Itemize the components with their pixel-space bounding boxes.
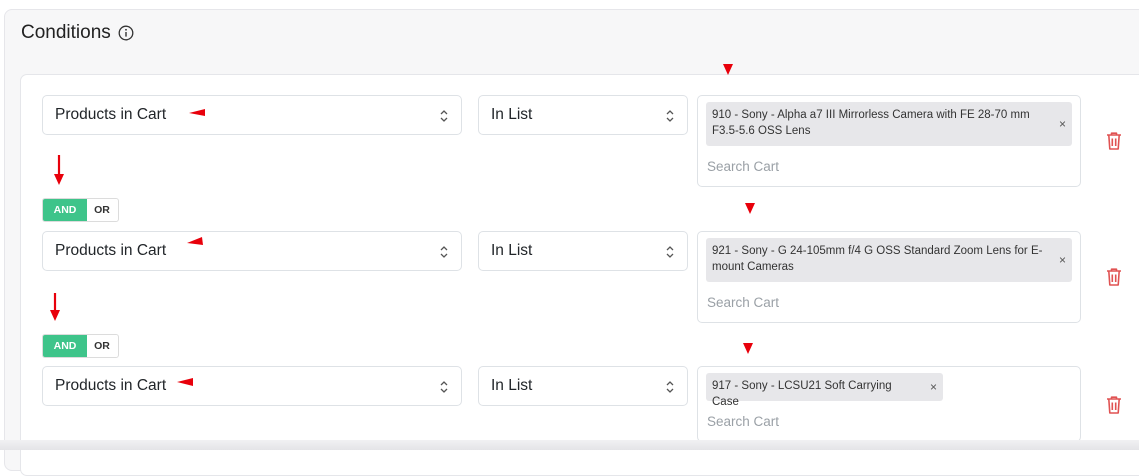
field-select-3[interactable]: Products in Cart: [42, 366, 462, 406]
annotation-arrow-left: [187, 237, 203, 245]
search-cart-input[interactable]: Search Cart: [707, 414, 779, 429]
field-select-value: Products in Cart: [55, 377, 167, 394]
logic-toggle-2: AND OR: [42, 334, 119, 358]
operator-select-3[interactable]: In List: [478, 366, 688, 406]
trash-icon[interactable]: [1105, 395, 1123, 415]
chevron-updown-icon: [440, 381, 448, 393]
selected-product-tag: 917 - Sony - LCSU21 Soft Carrying Case ×: [706, 373, 943, 408]
operator-select-2[interactable]: In List: [478, 231, 688, 271]
product-multiselect-2[interactable]: 921 - Sony - G 24-105mm f/4 G OSS Standa…: [697, 231, 1081, 323]
annotation-arrow-down: [745, 203, 755, 214]
field-select-value: Products in Cart: [55, 106, 167, 123]
product-multiselect-1[interactable]: 910 - Sony - Alpha a7 III Mirrorless Cam…: [697, 95, 1081, 187]
selected-product-tag: 921 - Sony - G 24-105mm f/4 G OSS Standa…: [706, 238, 1072, 282]
bottom-edge: [0, 440, 1139, 450]
annotation-arrow-down-long: [50, 293, 60, 321]
chevron-updown-icon: [666, 110, 674, 122]
chevron-updown-icon: [666, 381, 674, 393]
selected-product-tag: 910 - Sony - Alpha a7 III Mirrorless Cam…: [706, 102, 1072, 146]
annotation-arrow-down-long: [54, 155, 64, 185]
logic-toggle-1: AND OR: [42, 198, 119, 222]
operator-select-value: In List: [491, 242, 533, 259]
panel-header: Conditions: [21, 22, 134, 44]
chevron-updown-icon: [440, 110, 448, 122]
or-button[interactable]: OR: [87, 199, 117, 221]
field-select-2[interactable]: Products in Cart: [42, 231, 462, 271]
annotation-arrow-left: [189, 109, 205, 116]
search-cart-input[interactable]: Search Cart: [707, 295, 779, 310]
search-cart-input[interactable]: Search Cart: [707, 159, 779, 174]
tag-remove-icon[interactable]: ×: [1059, 116, 1066, 132]
tag-remove-icon[interactable]: ×: [930, 379, 937, 395]
tag-label: 917 - Sony - LCSU21 Soft Carrying Case: [712, 380, 892, 408]
and-button[interactable]: AND: [43, 199, 87, 221]
annotation-arrow-left: [177, 378, 193, 386]
operator-select-1[interactable]: In List: [478, 95, 688, 135]
annotation-arrow-down: [743, 343, 753, 354]
chevron-updown-icon: [440, 246, 448, 258]
operator-select-value: In List: [491, 377, 533, 394]
chevron-updown-icon: [666, 246, 674, 258]
annotation-arrow-down: [723, 64, 733, 75]
tag-label: 921 - Sony - G 24-105mm f/4 G OSS Standa…: [712, 245, 1043, 273]
tag-label: 910 - Sony - Alpha a7 III Mirrorless Cam…: [712, 109, 1030, 137]
field-select-1[interactable]: Products in Cart: [42, 95, 462, 135]
or-button[interactable]: OR: [87, 335, 117, 357]
tag-remove-icon[interactable]: ×: [1059, 252, 1066, 268]
field-select-value: Products in Cart: [55, 242, 167, 259]
info-circle-icon[interactable]: [118, 25, 134, 41]
trash-icon[interactable]: [1105, 131, 1123, 151]
trash-icon[interactable]: [1105, 267, 1123, 287]
and-button[interactable]: AND: [43, 335, 87, 357]
operator-select-value: In List: [491, 106, 533, 123]
section-title: Conditions: [21, 22, 111, 43]
product-multiselect-3[interactable]: 917 - Sony - LCSU21 Soft Carrying Case ×…: [697, 366, 1081, 442]
